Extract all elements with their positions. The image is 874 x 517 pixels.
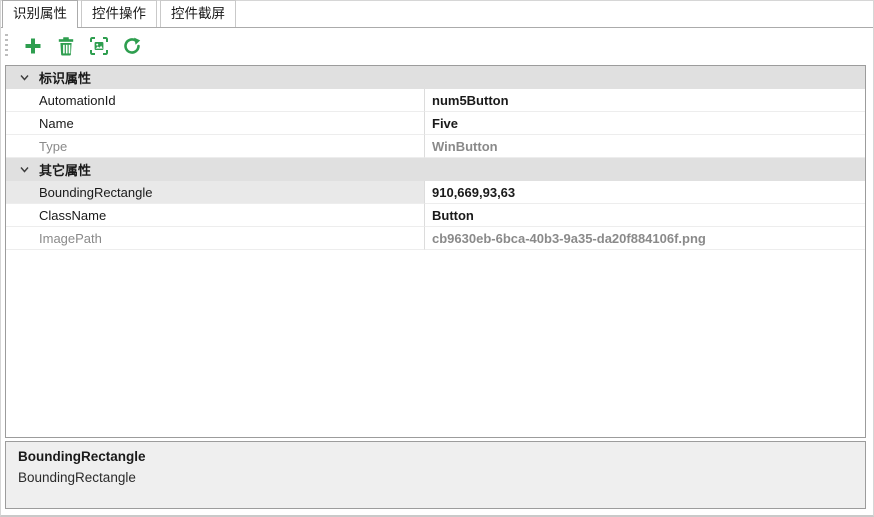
toolbar (1, 28, 873, 64)
tab-control-operations[interactable]: 控件操作 (81, 0, 157, 27)
trash-icon (56, 36, 76, 56)
property-inspector-window: 识别属性 控件操作 控件截屏 (0, 0, 874, 517)
property-name: BoundingRectangle (6, 181, 425, 204)
add-button[interactable] (18, 32, 48, 60)
section-title: 标识属性 (39, 68, 91, 87)
description-text: BoundingRectangle (18, 470, 853, 485)
description-panel: BoundingRectangle BoundingRectangle (5, 441, 866, 509)
table-row-boundingrectangle[interactable]: BoundingRectangle 910,669,93,63 (6, 181, 865, 204)
toolbar-gripper[interactable] (5, 34, 8, 58)
table-row-classname[interactable]: ClassName Button (6, 204, 865, 227)
table-row-name[interactable]: Name Five (6, 112, 865, 135)
property-value: WinButton (425, 135, 865, 158)
tab-control-screenshot[interactable]: 控件截屏 (160, 0, 236, 27)
property-value: cb9630eb-6bca-40b3-9a35-da20f884106f.png (425, 227, 865, 250)
property-name: AutomationId (6, 89, 425, 112)
chevron-down-icon[interactable] (19, 164, 39, 175)
property-name: Type (6, 135, 425, 158)
capture-button[interactable] (84, 32, 114, 60)
chevron-down-icon[interactable] (19, 72, 39, 83)
property-value: Five (425, 112, 865, 135)
property-name: ClassName (6, 204, 425, 227)
tab-bar: 识别属性 控件操作 控件截屏 (1, 1, 873, 28)
section-header-identification[interactable]: 标识属性 (6, 66, 865, 89)
plus-icon (23, 36, 43, 56)
section-header-other[interactable]: 其它属性 (6, 158, 865, 181)
description-title: BoundingRectangle (18, 449, 853, 464)
refresh-icon (122, 36, 142, 56)
property-name: ImagePath (6, 227, 425, 250)
property-grid: 标识属性 AutomationId num5Button Name Five T… (5, 65, 866, 438)
section-title: 其它属性 (39, 160, 91, 179)
refresh-button[interactable] (117, 32, 147, 60)
property-value: 910,669,93,63 (425, 181, 865, 204)
table-row-type[interactable]: Type WinButton (6, 135, 865, 158)
delete-button[interactable] (51, 32, 81, 60)
property-value: num5Button (425, 89, 865, 112)
property-value: Button (425, 204, 865, 227)
table-row-imagepath[interactable]: ImagePath cb9630eb-6bca-40b3-9a35-da20f8… (6, 227, 865, 250)
property-name: Name (6, 112, 425, 135)
tab-recognition-properties[interactable]: 识别属性 (2, 0, 78, 28)
table-row-automationid[interactable]: AutomationId num5Button (6, 89, 865, 112)
screenshot-icon (89, 36, 109, 56)
